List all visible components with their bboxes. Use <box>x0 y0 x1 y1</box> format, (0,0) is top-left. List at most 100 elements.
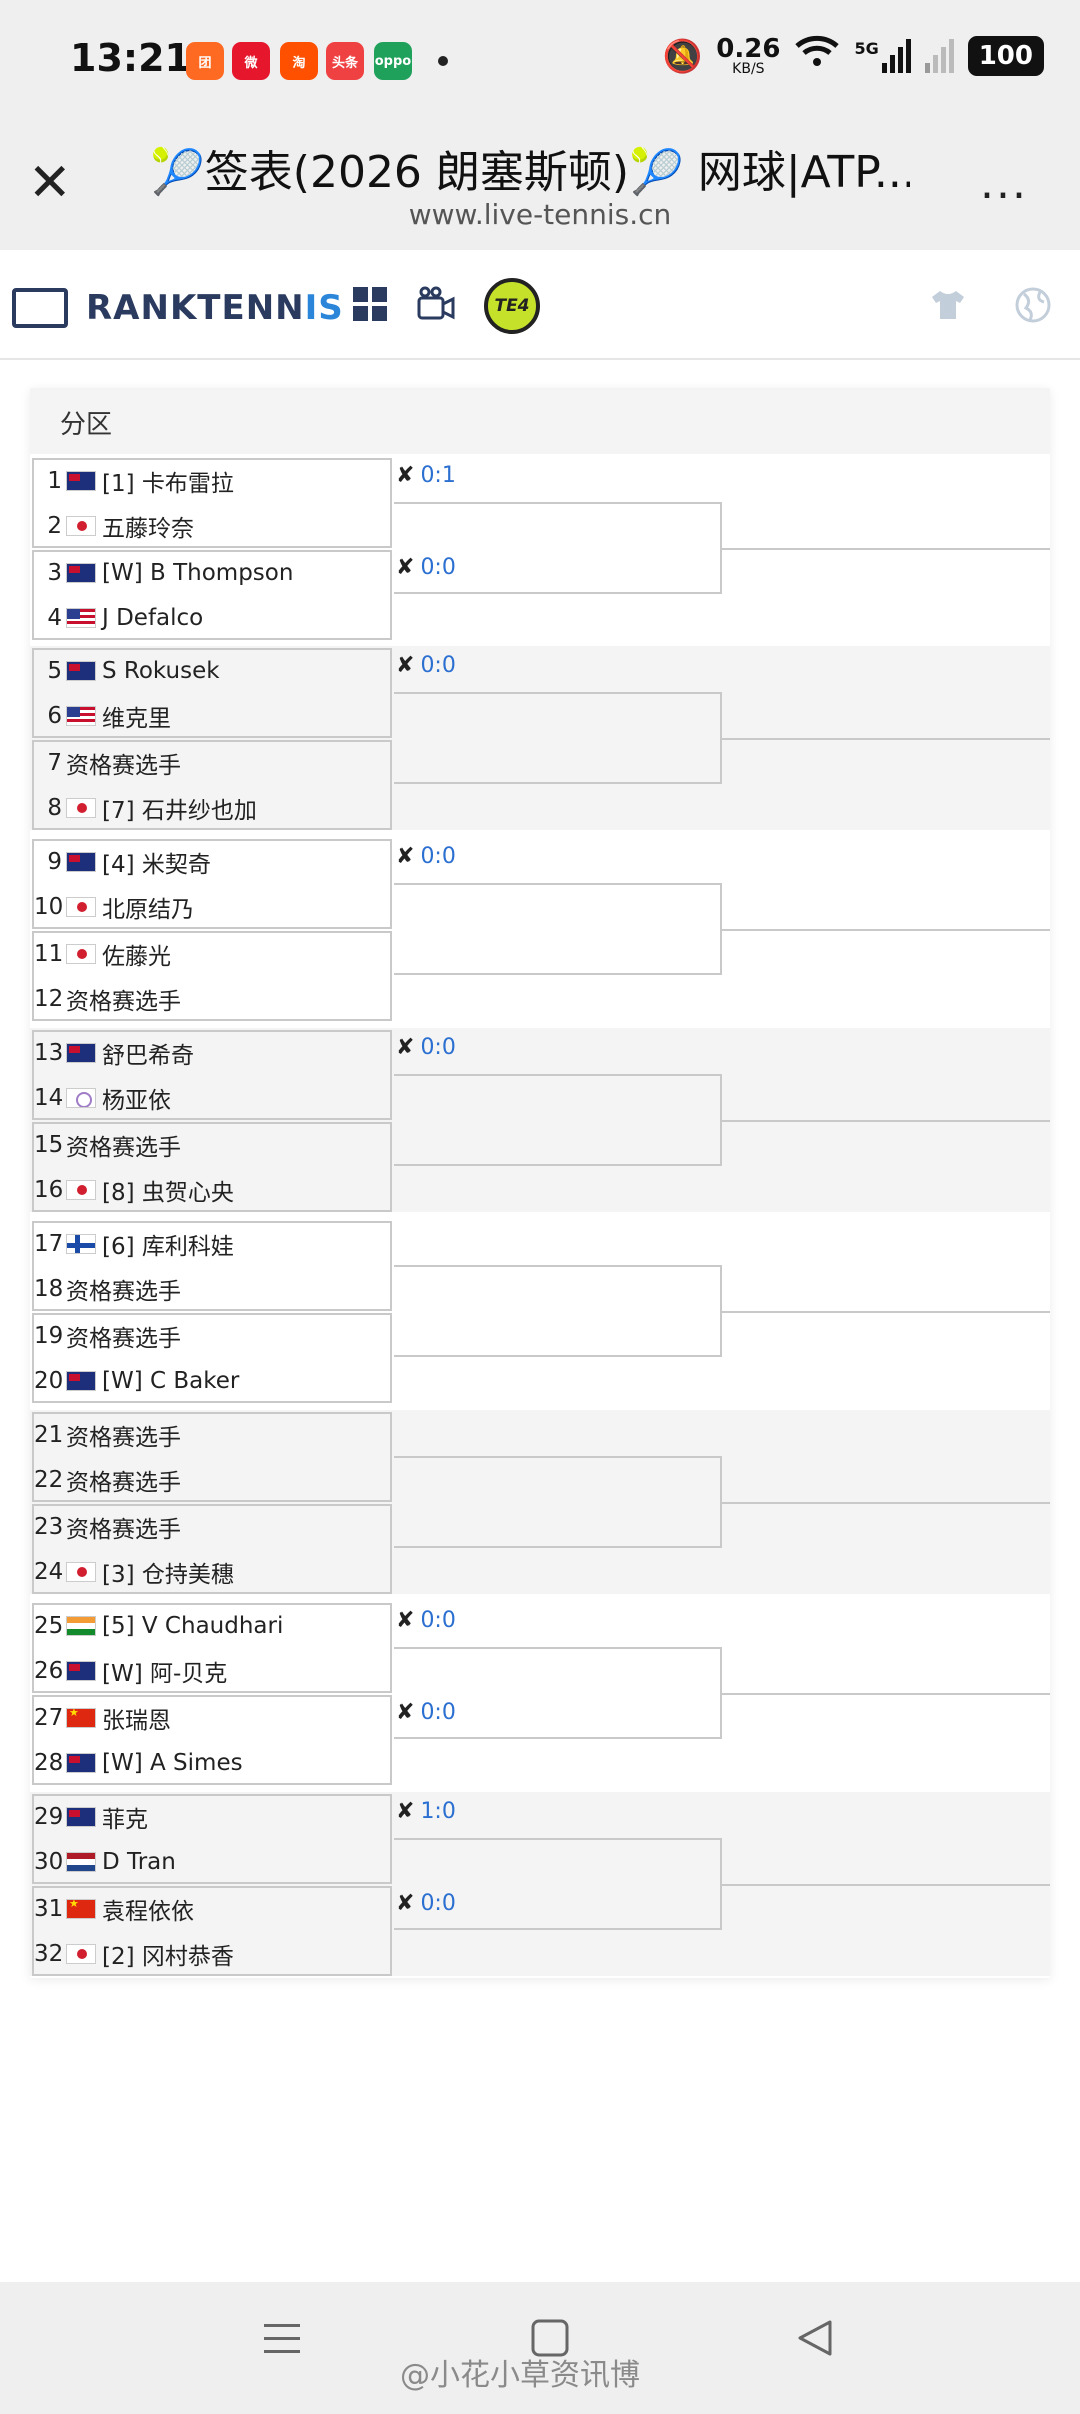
match-score[interactable]: ✘ 0:0 <box>396 1032 456 1062</box>
logo-icon[interactable] <box>12 288 68 328</box>
player-name[interactable]: [W] C Baker <box>102 1368 239 1394</box>
player-row[interactable]: 32 [2] 冈村恭香 <box>34 1931 234 1976</box>
flag-jp-icon <box>66 515 96 536</box>
te4-badge[interactable]: TE4 <box>484 278 540 334</box>
player-name[interactable]: 资格赛选手 <box>66 1463 181 1497</box>
player-row[interactable]: 12 资格赛选手 <box>34 976 181 1021</box>
player-name[interactable]: [W] 阿-贝克 <box>102 1654 227 1688</box>
player-row[interactable]: 18 资格赛选手 <box>34 1266 181 1311</box>
player-row[interactable]: 2 五藤玲奈 <box>34 503 194 548</box>
player-row[interactable]: 14 杨亚依 <box>34 1075 171 1120</box>
round3-line <box>722 1693 1050 1695</box>
player-name[interactable]: 资格赛选手 <box>66 1272 181 1306</box>
player-name[interactable]: [3] 仓持美穗 <box>102 1555 234 1589</box>
round2-slot <box>394 1647 722 1739</box>
flag-au-icon <box>66 1370 96 1391</box>
player-name[interactable]: [1] 卡布雷拉 <box>102 464 234 498</box>
player-name[interactable]: 资格赛选手 <box>66 982 181 1016</box>
player-row[interactable]: 8 [7] 石井纱也加 <box>34 785 257 830</box>
player-name[interactable]: 张瑞恩 <box>102 1701 171 1735</box>
globe-icon[interactable] <box>1014 286 1052 333</box>
round2-slot <box>394 1838 722 1930</box>
close-icon[interactable]: ✕ <box>28 157 78 209</box>
player-row[interactable]: 31 袁程依依 <box>34 1886 194 1931</box>
mute-icon: 🔕 <box>662 36 703 75</box>
player-name[interactable]: [5] V Chaudhari <box>102 1613 283 1639</box>
player-name[interactable]: J Defalco <box>102 605 203 631</box>
player-name[interactable]: 北原结乃 <box>102 890 194 924</box>
player-name[interactable]: 菲克 <box>102 1800 148 1834</box>
player-row[interactable]: 16 [8] 虫贺心央 <box>34 1167 234 1212</box>
score-text: 0:0 <box>420 652 456 678</box>
player-row[interactable]: 10 北原结乃 <box>34 884 194 929</box>
player-name[interactable]: [8] 虫贺心央 <box>102 1173 234 1207</box>
player-name[interactable]: 五藤玲奈 <box>102 509 194 543</box>
player-name[interactable]: [4] 米契奇 <box>102 845 211 879</box>
player-name[interactable]: 资格赛选手 <box>66 1418 181 1452</box>
flag-jp-icon <box>66 943 96 964</box>
player-row[interactable]: 23 资格赛选手 <box>34 1504 181 1549</box>
signal-5g-icon: 5G <box>854 38 911 73</box>
player-name[interactable]: 资格赛选手 <box>66 1510 181 1544</box>
round2-slot <box>394 502 722 594</box>
player-row[interactable]: 22 资格赛选手 <box>34 1457 181 1502</box>
player-name[interactable]: [6] 库利科娃 <box>102 1227 234 1261</box>
seed-number: 20 <box>34 1367 64 1394</box>
player-name[interactable]: 资格赛选手 <box>66 1128 181 1162</box>
player-name[interactable]: [7] 石井纱也加 <box>102 791 257 825</box>
more-notifications-dot <box>438 56 448 66</box>
player-name[interactable]: [W] B Thompson <box>102 560 293 586</box>
player-row[interactable]: 15 资格赛选手 <box>34 1122 181 1167</box>
player-row[interactable]: 26 [W] 阿-贝克 <box>34 1648 227 1693</box>
match-score[interactable]: ✘ 0:0 <box>396 1605 456 1635</box>
player-row[interactable]: 17 [6] 库利科娃 <box>34 1221 234 1266</box>
watermark: @小花小草资讯博 <box>400 2358 640 2393</box>
player-name[interactable]: [2] 冈村恭香 <box>102 1937 234 1971</box>
player-row[interactable]: 13 舒巴希奇 <box>34 1030 194 1075</box>
player-row[interactable]: 19 资格赛选手 <box>34 1313 181 1358</box>
menu-icon[interactable] <box>262 2318 302 2369</box>
player-row[interactable]: 27 张瑞恩 <box>34 1695 171 1740</box>
player-row[interactable]: 25 [5] V Chaudhari <box>34 1603 283 1648</box>
player-row[interactable]: 9 [4] 米契奇 <box>34 839 211 884</box>
notification-app-icon: oppo <box>374 42 412 80</box>
player-row[interactable]: 29 菲克 <box>34 1794 148 1839</box>
player-row[interactable]: 28 [W] A Simes <box>34 1740 243 1785</box>
player-row[interactable]: 11 佐藤光 <box>34 931 171 976</box>
seed-number: 15 <box>34 1131 64 1158</box>
player-name[interactable]: 舒巴希奇 <box>102 1036 194 1070</box>
player-row[interactable]: 24 [3] 仓持美穗 <box>34 1549 234 1594</box>
seed-number: 11 <box>34 940 64 967</box>
shirt-icon[interactable] <box>930 286 966 330</box>
player-name[interactable]: 佐藤光 <box>102 937 171 971</box>
player-name[interactable]: 资格赛选手 <box>66 746 181 780</box>
player-row[interactable]: 5 S Rokusek <box>34 648 220 693</box>
grid-icon[interactable] <box>352 286 388 331</box>
match-score[interactable]: ✘ 1:0 <box>396 1796 456 1826</box>
match-score[interactable]: ✘ 0:0 <box>396 650 456 680</box>
player-name[interactable]: D Tran <box>102 1849 176 1875</box>
player-name[interactable]: 维克里 <box>102 699 171 733</box>
player-name[interactable]: 袁程依依 <box>102 1892 194 1926</box>
player-row[interactable]: 21 资格赛选手 <box>34 1412 181 1457</box>
match-score[interactable]: ✘ 0:1 <box>396 460 456 490</box>
player-row[interactable]: 30 D Tran <box>34 1839 176 1884</box>
player-row[interactable]: 7 资格赛选手 <box>34 740 181 785</box>
draw-section: 29菲克30D Tran31袁程依依32[2] 冈村恭香✘1:0✘0:0 <box>30 1792 1050 1976</box>
player-name[interactable]: S Rokusek <box>102 658 220 684</box>
player-row[interactable]: 1 [1] 卡布雷拉 <box>34 458 234 503</box>
player-row[interactable]: 6 维克里 <box>34 693 171 738</box>
player-name[interactable]: 杨亚依 <box>102 1081 171 1115</box>
seed-number: 22 <box>34 1466 64 1493</box>
draw-section: 17 [6] 库利科娃 18 资格赛选手 19 资格赛选手 20 [W] C Baker <box>30 1219 1050 1403</box>
match-score[interactable]: ✘ 0:0 <box>396 841 456 871</box>
more-menu-button[interactable]: ... <box>980 158 1028 209</box>
player-row[interactable]: 3 [W] B Thompson <box>34 550 293 595</box>
player-name[interactable]: 资格赛选手 <box>66 1319 181 1353</box>
video-icon[interactable] <box>416 286 456 333</box>
site-logo[interactable]: RANKTENNIS <box>86 288 344 328</box>
back-icon[interactable] <box>796 2318 836 2369</box>
player-row[interactable]: 20 [W] C Baker <box>34 1358 239 1403</box>
player-row[interactable]: 4 J Defalco <box>34 595 203 640</box>
player-name[interactable]: [W] A Simes <box>102 1750 243 1776</box>
